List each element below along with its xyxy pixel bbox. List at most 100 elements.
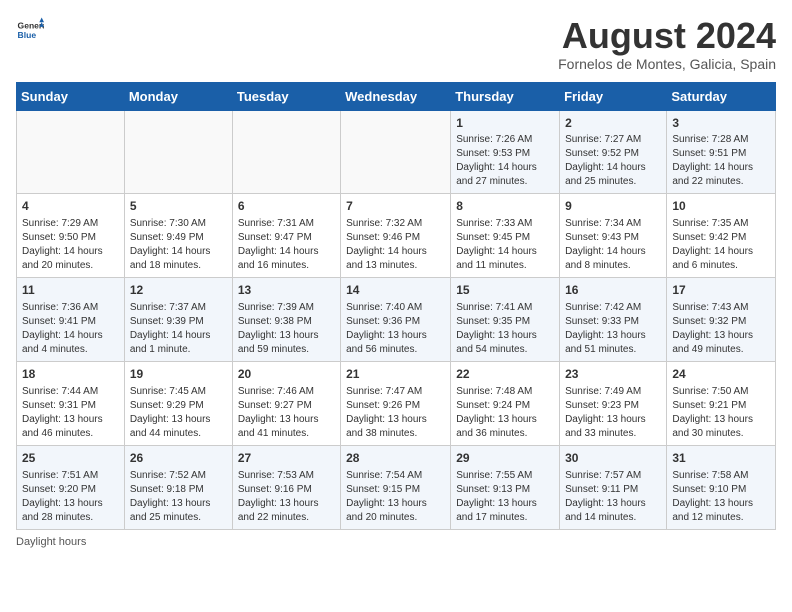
day-info: Sunrise: 7:29 AM Sunset: 9:50 PM Dayligh… — [22, 217, 119, 273]
calendar-cell: 7 Sunrise: 7:32 AM Sunset: 9:46 PM Daylig… — [341, 194, 451, 278]
calendar-cell: 15Sunrise: 7:41 AM Sunset: 9:35 PM Dayli… — [451, 278, 560, 362]
day-number: 3 — [672, 115, 770, 132]
calendar-cell: 18 Sunrise: 7:44 AM Sunset: 9:31 PM Dayli… — [17, 361, 125, 445]
day-number: 7 — [346, 198, 445, 215]
day-number: 10 — [672, 198, 770, 215]
day-header-friday: Friday — [560, 82, 667, 110]
day-info: Sunrise: 7:45 AM Sunset: 9:29 PM Dayligh… — [130, 385, 227, 441]
day-info: Sunrise: 7:53 AM Sunset: 9:16 PM Dayligh… — [238, 469, 335, 525]
calendar-cell: 14 Sunrise: 7:40 AM Sunset: 9:36 PM Dayli… — [341, 278, 451, 362]
day-info: Sunrise: 7:39 AM Sunset: 9:38 PM Dayligh… — [238, 301, 335, 357]
title-block: August 2024 Fornelos de Montes, Galicia,… — [558, 16, 776, 72]
day-number: 31 — [672, 450, 770, 467]
calendar-cell: 25 Sunrise: 7:51 AM Sunset: 9:20 PM Dayli… — [17, 445, 125, 529]
day-number: 24 — [672, 366, 770, 383]
calendar-cell: 4 Sunrise: 7:29 AM Sunset: 9:50 PM Daylig… — [17, 194, 125, 278]
day-info: Sunrise: 7:28 AM Sunset: 9:51 PM Dayligh… — [672, 133, 770, 189]
day-info: Sunrise: 7:49 AM Sunset: 9:23 PM Dayligh… — [565, 385, 661, 441]
calendar-cell: 31 Sunrise: 7:58 AM Sunset: 9:10 PM Dayli… — [667, 445, 776, 529]
day-number: 29 — [456, 450, 554, 467]
calendar-header-row: SundayMondayTuesdayWednesdayThursdayFrid… — [17, 82, 776, 110]
day-info: Sunrise: 7:43 AM Sunset: 9:32 PM Dayligh… — [672, 301, 770, 357]
day-number: 14 — [346, 282, 445, 299]
calendar-cell: 19 Sunrise: 7:45 AM Sunset: 9:29 PM Dayli… — [124, 361, 232, 445]
day-number: 11 — [22, 282, 119, 299]
calendar-cell: 11 Sunrise: 7:36 AM Sunset: 9:41 PM Dayli… — [17, 278, 125, 362]
day-number: 18 — [22, 366, 119, 383]
day-number: 28 — [346, 450, 445, 467]
page-header: General Blue August 2024 Fornelos de Mon… — [16, 16, 776, 72]
day-info: Sunrise: 7:35 AM Sunset: 9:42 PM Dayligh… — [672, 217, 770, 273]
calendar-week-5: 25 Sunrise: 7:51 AM Sunset: 9:20 PM Dayli… — [17, 445, 776, 529]
calendar-cell: 3Sunrise: 7:28 AM Sunset: 9:51 PM Daylig… — [667, 110, 776, 194]
calendar-cell: 10 Sunrise: 7:35 AM Sunset: 9:42 PM Dayli… — [667, 194, 776, 278]
calendar-cell: 29 Sunrise: 7:55 AM Sunset: 9:13 PM Dayli… — [451, 445, 560, 529]
day-info: Sunrise: 7:31 AM Sunset: 9:47 PM Dayligh… — [238, 217, 335, 273]
day-info: Sunrise: 7:52 AM Sunset: 9:18 PM Dayligh… — [130, 469, 227, 525]
calendar-cell: 9Sunrise: 7:34 AM Sunset: 9:43 PM Daylig… — [560, 194, 667, 278]
day-info: Sunrise: 7:44 AM Sunset: 9:31 PM Dayligh… — [22, 385, 119, 441]
day-info: Sunrise: 7:51 AM Sunset: 9:20 PM Dayligh… — [22, 469, 119, 525]
day-number: 4 — [22, 198, 119, 215]
calendar-cell: 13 Sunrise: 7:39 AM Sunset: 9:38 PM Dayli… — [232, 278, 340, 362]
calendar-cell: 28Sunrise: 7:54 AM Sunset: 9:15 PM Dayli… — [341, 445, 451, 529]
day-number: 25 — [22, 450, 119, 467]
calendar-cell — [341, 110, 451, 194]
day-header-saturday: Saturday — [667, 82, 776, 110]
day-number: 12 — [130, 282, 227, 299]
day-info: Sunrise: 7:32 AM Sunset: 9:46 PM Dayligh… — [346, 217, 445, 273]
day-info: Sunrise: 7:57 AM Sunset: 9:11 PM Dayligh… — [565, 469, 661, 525]
logo: General Blue — [16, 16, 44, 44]
day-info: Sunrise: 7:27 AM Sunset: 9:52 PM Dayligh… — [565, 133, 661, 189]
day-number: 26 — [130, 450, 227, 467]
calendar-week-2: 4 Sunrise: 7:29 AM Sunset: 9:50 PM Daylig… — [17, 194, 776, 278]
day-info: Sunrise: 7:42 AM Sunset: 9:33 PM Dayligh… — [565, 301, 661, 357]
day-number: 23 — [565, 366, 661, 383]
day-number: 17 — [672, 282, 770, 299]
calendar-cell: 16Sunrise: 7:42 AM Sunset: 9:33 PM Dayli… — [560, 278, 667, 362]
day-number: 1 — [456, 115, 554, 132]
day-info: Sunrise: 7:40 AM Sunset: 9:36 PM Dayligh… — [346, 301, 445, 357]
day-info: Sunrise: 7:36 AM Sunset: 9:41 PM Dayligh… — [22, 301, 119, 357]
day-info: Sunrise: 7:48 AM Sunset: 9:24 PM Dayligh… — [456, 385, 554, 441]
calendar-table: SundayMondayTuesdayWednesdayThursdayFrid… — [16, 82, 776, 530]
day-header-thursday: Thursday — [451, 82, 560, 110]
day-number: 5 — [130, 198, 227, 215]
calendar-cell — [232, 110, 340, 194]
calendar-cell: 21Sunrise: 7:47 AM Sunset: 9:26 PM Dayli… — [341, 361, 451, 445]
calendar-cell: 6 Sunrise: 7:31 AM Sunset: 9:47 PM Daylig… — [232, 194, 340, 278]
day-header-tuesday: Tuesday — [232, 82, 340, 110]
calendar-cell: 12 Sunrise: 7:37 AM Sunset: 9:39 PM Dayli… — [124, 278, 232, 362]
day-header-monday: Monday — [124, 82, 232, 110]
daylight-label: Daylight hours — [16, 536, 86, 548]
calendar-cell: 23 Sunrise: 7:49 AM Sunset: 9:23 PM Dayli… — [560, 361, 667, 445]
calendar-cell: 30Sunrise: 7:57 AM Sunset: 9:11 PM Dayli… — [560, 445, 667, 529]
day-number: 20 — [238, 366, 335, 383]
calendar-week-3: 11 Sunrise: 7:36 AM Sunset: 9:41 PM Dayli… — [17, 278, 776, 362]
logo-icon: General Blue — [16, 16, 44, 44]
day-header-wednesday: Wednesday — [341, 82, 451, 110]
calendar-week-4: 18 Sunrise: 7:44 AM Sunset: 9:31 PM Dayli… — [17, 361, 776, 445]
calendar-cell: 5 Sunrise: 7:30 AM Sunset: 9:49 PM Daylig… — [124, 194, 232, 278]
day-info: Sunrise: 7:55 AM Sunset: 9:13 PM Dayligh… — [456, 469, 554, 525]
day-info: Sunrise: 7:30 AM Sunset: 9:49 PM Dayligh… — [130, 217, 227, 273]
day-info: Sunrise: 7:37 AM Sunset: 9:39 PM Dayligh… — [130, 301, 227, 357]
calendar-cell — [17, 110, 125, 194]
day-number: 19 — [130, 366, 227, 383]
svg-text:Blue: Blue — [18, 30, 37, 40]
calendar-week-1: 1Sunrise: 7:26 AM Sunset: 9:53 PM Daylig… — [17, 110, 776, 194]
calendar-cell: 26 Sunrise: 7:52 AM Sunset: 9:18 PM Dayli… — [124, 445, 232, 529]
day-info: Sunrise: 7:34 AM Sunset: 9:43 PM Dayligh… — [565, 217, 661, 273]
calendar-cell: 22Sunrise: 7:48 AM Sunset: 9:24 PM Dayli… — [451, 361, 560, 445]
day-info: Sunrise: 7:47 AM Sunset: 9:26 PM Dayligh… — [346, 385, 445, 441]
day-info: Sunrise: 7:58 AM Sunset: 9:10 PM Dayligh… — [672, 469, 770, 525]
day-number: 27 — [238, 450, 335, 467]
day-number: 13 — [238, 282, 335, 299]
calendar-cell: 8Sunrise: 7:33 AM Sunset: 9:45 PM Daylig… — [451, 194, 560, 278]
day-number: 6 — [238, 198, 335, 215]
day-header-sunday: Sunday — [17, 82, 125, 110]
calendar-cell: 17 Sunrise: 7:43 AM Sunset: 9:32 PM Dayli… — [667, 278, 776, 362]
month-title: August 2024 — [558, 16, 776, 56]
footer-note: Daylight hours — [16, 536, 776, 548]
day-number: 15 — [456, 282, 554, 299]
